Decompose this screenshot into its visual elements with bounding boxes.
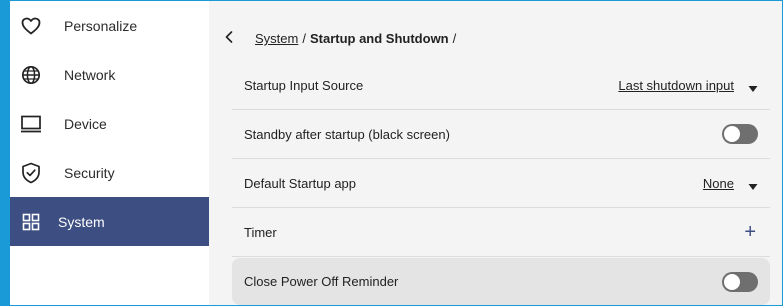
breadcrumb-parent-link[interactable]: System — [255, 31, 298, 46]
default-startup-app-row[interactable]: Default Startup app None — [232, 159, 770, 208]
sidebar-item-security[interactable]: Security — [10, 148, 209, 197]
startup-input-source-label: Startup Input Source — [244, 77, 364, 93]
sidebar-item-label: Personalize — [64, 17, 138, 34]
default-startup-app-dropdown[interactable]: None — [703, 176, 758, 191]
back-button[interactable] — [225, 31, 245, 46]
close-power-off-reminder-row[interactable]: Close Power Off Reminder — [232, 258, 770, 305]
settings-window: Personalize Network Device Security Syst… — [0, 0, 783, 306]
shield-check-icon — [20, 162, 42, 184]
power-off-reminder-toggle[interactable] — [722, 271, 758, 292]
breadcrumb-current: Startup and Shutdown — [309, 31, 449, 46]
standby-after-startup-label: Standby after startup (black screen) — [244, 126, 450, 142]
timer-label: Timer — [244, 224, 277, 240]
breadcrumb: System / Startup and Shutdown / — [225, 31, 460, 46]
default-startup-app-value[interactable]: None — [703, 176, 734, 191]
sidebar-item-label: System — [58, 213, 105, 230]
timer-row[interactable]: Timer + — [232, 208, 770, 257]
sidebar-item-label: Network — [64, 66, 116, 83]
globe-icon — [20, 64, 42, 86]
default-startup-app-label: Default Startup app — [244, 175, 357, 191]
sidebar-item-label: Security — [64, 164, 115, 181]
sidebar-item-label: Device — [64, 115, 107, 132]
sidebar-item-device[interactable]: Device — [10, 99, 209, 148]
caret-down-icon — [748, 81, 758, 92]
monitor-icon — [20, 113, 42, 135]
grid-icon — [20, 211, 42, 233]
standby-after-startup-row[interactable]: Standby after startup (black screen) — [232, 110, 770, 159]
standby-toggle[interactable] — [722, 124, 758, 144]
chevron-left-icon — [225, 31, 233, 46]
close-power-off-reminder-label: Close Power Off Reminder — [244, 274, 399, 289]
startup-input-source-dropdown[interactable]: Last shutdown input — [618, 78, 758, 93]
startup-input-source-value[interactable]: Last shutdown input — [618, 78, 734, 93]
sidebar-item-system[interactable]: System — [10, 197, 209, 246]
breadcrumb-separator: / — [302, 31, 306, 46]
main-panel: System / Startup and Shutdown / Startup … — [209, 1, 782, 305]
toggle-knob — [724, 126, 740, 142]
plus-icon[interactable]: + — [744, 222, 756, 242]
sidebar: Personalize Network Device Security Syst… — [1, 1, 209, 305]
heart-icon — [20, 15, 42, 37]
caret-down-icon — [748, 179, 758, 190]
sidebar-item-personalize[interactable]: Personalize — [10, 1, 209, 50]
sidebar-item-network[interactable]: Network — [10, 50, 209, 99]
breadcrumb-trailing-separator: / — [452, 31, 457, 46]
toggle-knob — [724, 273, 740, 290]
startup-input-source-row[interactable]: Startup Input Source Last shutdown input — [232, 61, 770, 110]
